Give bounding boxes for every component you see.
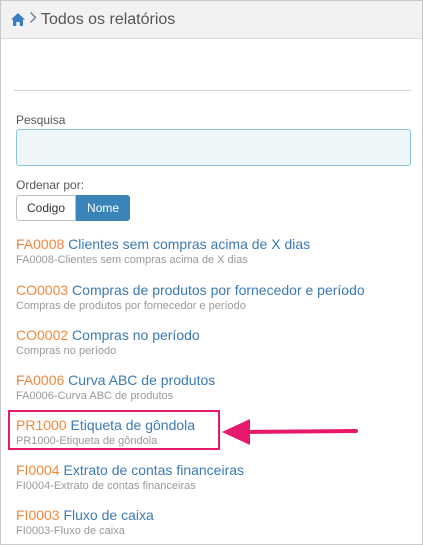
search-label: Pesquisa xyxy=(16,113,66,127)
report-name[interactable]: Compras de produtos por fornecedor e per… xyxy=(72,282,365,298)
report-name[interactable]: Compras no período xyxy=(72,327,200,343)
report-subtitle: FI0003-Fluxo de caixa xyxy=(16,525,125,537)
search-input[interactable] xyxy=(16,129,411,166)
report-code: FA0008 xyxy=(16,236,65,252)
report-item[interactable]: CO0002 Compras no período Compras no per… xyxy=(16,327,416,358)
divider xyxy=(14,90,411,91)
order-nome-button[interactable]: Nome xyxy=(76,195,131,221)
page-title: Todos os relatórios xyxy=(41,10,176,28)
highlight-box xyxy=(8,410,220,450)
report-subtitle: FI0004-Extrato de contas financeiras xyxy=(16,480,196,492)
home-icon[interactable] xyxy=(10,12,26,27)
breadcrumb: Todos os relatórios xyxy=(1,1,422,39)
report-item[interactable]: FI0004 Extrato de contas financeiras FI0… xyxy=(16,462,416,493)
report-subtitle: Compras de produtos por fornecedor e per… xyxy=(16,300,246,312)
report-item[interactable]: FA0008 Clientes sem compras acima de X d… xyxy=(16,236,416,267)
report-code: FA0006 xyxy=(16,372,65,388)
chevron-right-icon xyxy=(29,11,37,28)
report-item[interactable]: FI0003 Fluxo de caixa FI0003-Fluxo de ca… xyxy=(16,507,416,538)
report-item[interactable]: CO0003 Compras de produtos por fornecedo… xyxy=(16,282,416,313)
report-code: FI0003 xyxy=(16,507,60,523)
report-subtitle: FA0008-Clientes sem compras acima de X d… xyxy=(16,254,248,266)
report-subtitle: Compras no período xyxy=(16,345,117,357)
report-name[interactable]: Fluxo de caixa xyxy=(63,507,153,523)
order-toggle: Codigo Nome xyxy=(16,195,131,221)
report-name[interactable]: Extrato de contas financeiras xyxy=(63,462,244,478)
order-codigo-button[interactable]: Codigo xyxy=(16,195,77,221)
order-label: Ordenar por: xyxy=(16,178,85,192)
report-name[interactable]: Curva ABC de produtos xyxy=(68,372,215,388)
report-name[interactable]: Clientes sem compras acima de X dias xyxy=(68,236,310,252)
report-code: FI0004 xyxy=(16,462,60,478)
report-code: CO0002 xyxy=(16,327,69,343)
report-subtitle: FA0006-Curva ABC de produtos xyxy=(16,390,174,402)
report-code: CO0003 xyxy=(16,282,69,298)
report-item[interactable]: FA0006 Curva ABC de produtos FA0006-Curv… xyxy=(16,372,416,403)
